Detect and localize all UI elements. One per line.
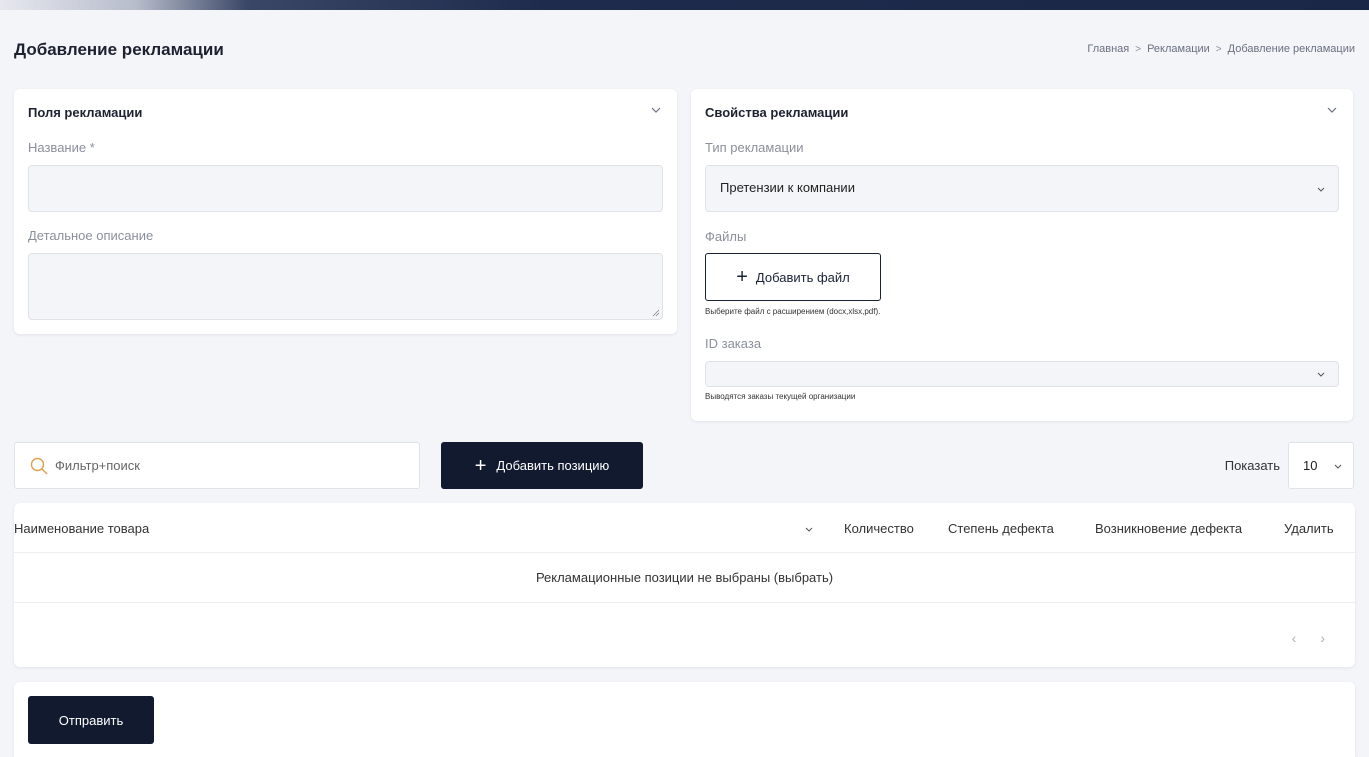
table-divider bbox=[14, 602, 1355, 603]
empty-table-message[interactable]: Рекламационные позиции не выбраны (выбра… bbox=[14, 552, 1355, 602]
plus-icon: + bbox=[474, 454, 487, 477]
type-label: Тип рекламации bbox=[705, 140, 804, 155]
submit-card: Отправить bbox=[14, 682, 1355, 757]
plus-icon: + bbox=[736, 266, 748, 288]
files-label: Файлы bbox=[705, 229, 747, 244]
description-label: Детальное описание bbox=[28, 228, 154, 243]
submit-button[interactable]: Отправить bbox=[28, 696, 154, 744]
page-title: Добавление рекламации bbox=[14, 40, 224, 59]
next-page-icon[interactable]: › bbox=[1320, 630, 1325, 646]
chevron-down-icon bbox=[1317, 187, 1325, 192]
page-size-select[interactable]: 10 bbox=[1288, 442, 1354, 489]
chevron-down-icon[interactable] bbox=[804, 524, 814, 534]
breadcrumb-home[interactable]: Главная bbox=[1087, 43, 1129, 55]
column-product-name: Наименование товара bbox=[14, 521, 150, 536]
order-select[interactable] bbox=[705, 361, 1339, 387]
fields-card-title: Поля рекламации bbox=[28, 105, 143, 120]
positions-table: Наименование товара Количество Степень д… bbox=[14, 503, 1355, 667]
type-select-value: Претензии к компании bbox=[720, 180, 855, 195]
search-input[interactable]: Фильтр+поиск bbox=[14, 442, 420, 489]
add-file-label: Добавить файл bbox=[755, 269, 850, 285]
name-input[interactable] bbox=[28, 165, 663, 212]
prev-page-icon[interactable]: ‹ bbox=[1292, 630, 1297, 646]
chevron-right-icon: > bbox=[1215, 43, 1222, 55]
name-label: Название * bbox=[28, 140, 95, 155]
page-size-label: Показать bbox=[1224, 458, 1280, 473]
top-gradient-bar bbox=[0, 0, 1369, 10]
props-card: Свойства рекламации Тип рекламации Прете… bbox=[691, 89, 1353, 421]
page-size-value: 10 bbox=[1303, 458, 1318, 473]
pagination: ‹ › bbox=[1292, 630, 1325, 646]
fields-card: Поля рекламации Название * Детальное опи… bbox=[14, 89, 677, 334]
search-icon bbox=[30, 457, 48, 475]
chevron-right-icon: > bbox=[1135, 43, 1142, 55]
add-position-button[interactable]: + Добавить позицию bbox=[441, 442, 643, 489]
submit-label: Отправить bbox=[58, 712, 124, 728]
breadcrumb: Главная > Рекламации > Добавление реклам… bbox=[1087, 43, 1355, 55]
order-hint: Выводятся заказы текущей организации bbox=[705, 392, 856, 401]
description-textarea[interactable] bbox=[28, 253, 663, 320]
props-card-title: Свойства рекламации bbox=[705, 105, 849, 120]
column-defect-degree: Степень дефекта bbox=[948, 521, 1054, 536]
add-file-button[interactable]: + Добавить файл bbox=[705, 253, 881, 301]
chevron-down-icon bbox=[1317, 372, 1325, 377]
column-defect-origin: Возникновение дефекта bbox=[1095, 521, 1243, 536]
breadcrumb-claims[interactable]: Рекламации bbox=[1147, 43, 1210, 55]
chevron-down-icon[interactable] bbox=[1325, 103, 1339, 117]
chevron-down-icon bbox=[1334, 464, 1342, 469]
type-select[interactable]: Претензии к компании bbox=[705, 165, 1339, 212]
chevron-down-icon[interactable] bbox=[649, 103, 663, 117]
add-position-label: Добавить позицию bbox=[496, 458, 610, 473]
column-delete: Удалить bbox=[1284, 521, 1334, 536]
search-placeholder: Фильтр+поиск bbox=[55, 458, 140, 473]
breadcrumb-current: Добавление рекламации bbox=[1227, 43, 1355, 55]
column-quantity: Количество bbox=[844, 521, 914, 536]
files-hint: Выберите файл с расширением (docx,xlsx,p… bbox=[705, 307, 881, 316]
order-label: ID заказа bbox=[705, 336, 762, 351]
resize-handle-icon[interactable] bbox=[652, 309, 660, 317]
